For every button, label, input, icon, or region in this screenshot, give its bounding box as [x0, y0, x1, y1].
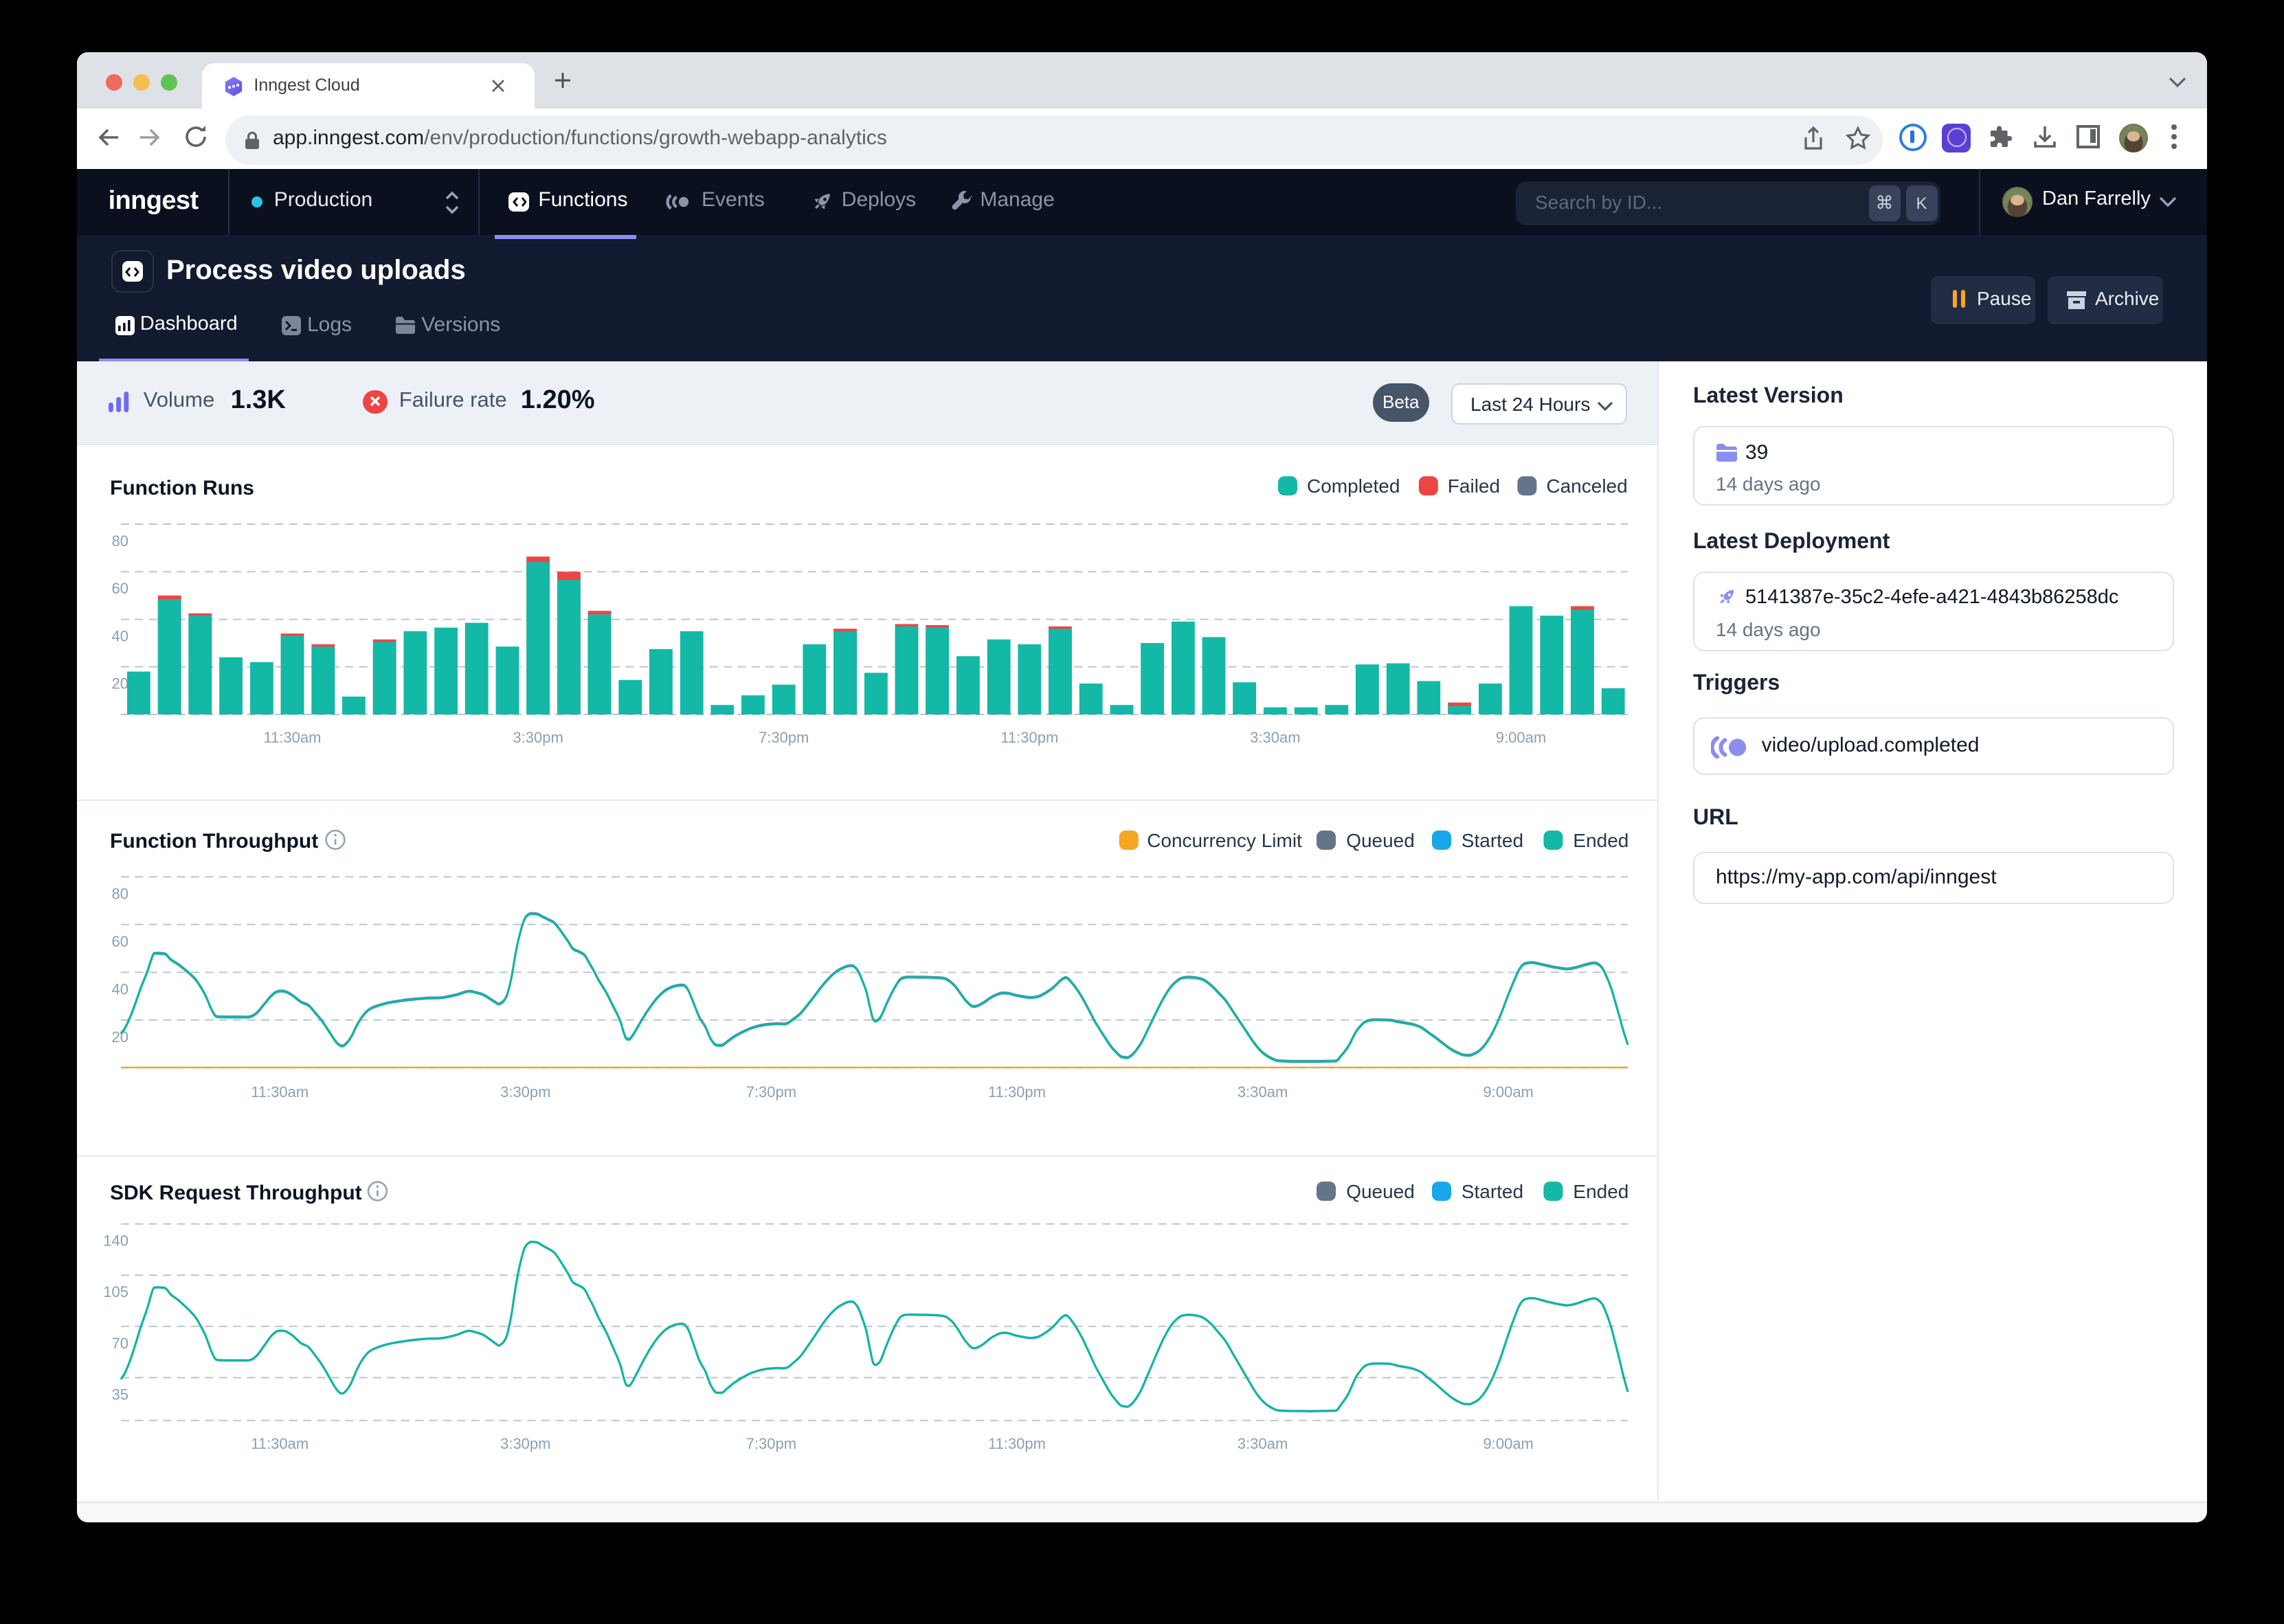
svg-text:140: 140 [103, 1232, 128, 1250]
svg-text:Canceled: Canceled [1546, 475, 1627, 497]
svg-text:Function Throughput: Function Throughput [110, 830, 318, 853]
svg-text:11:30pm: 11:30pm [988, 1435, 1046, 1452]
svg-text:3:30pm: 3:30pm [500, 1083, 550, 1101]
svg-text:11:30am: 11:30am [264, 729, 322, 746]
svg-text:Ended: Ended [1573, 830, 1628, 851]
svg-text:40: 40 [112, 980, 128, 997]
svg-text:9:00am: 9:00am [1484, 1435, 1534, 1452]
svg-text:105: 105 [103, 1283, 128, 1300]
svg-text:3:30am: 3:30am [1238, 1435, 1288, 1452]
svg-text:7:30pm: 7:30pm [759, 729, 809, 746]
svg-text:SDK Request Throughput: SDK Request Throughput [110, 1182, 362, 1204]
svg-text:Failed: Failed [1448, 475, 1500, 497]
svg-text:70: 70 [112, 1335, 128, 1352]
svg-text:Concurrency Limit: Concurrency Limit [1147, 830, 1302, 851]
svg-text:Queued: Queued [1346, 830, 1415, 851]
svg-text:3:30am: 3:30am [1250, 729, 1300, 746]
svg-text:Function Runs: Function Runs [110, 477, 254, 499]
svg-text:Started: Started [1462, 830, 1523, 851]
svg-text:7:30pm: 7:30pm [746, 1435, 796, 1452]
svg-text:80: 80 [112, 532, 128, 550]
svg-text:11:30am: 11:30am [251, 1435, 309, 1452]
svg-text:20: 20 [112, 675, 128, 692]
svg-text:11:30am: 11:30am [251, 1083, 309, 1101]
svg-text:11:30pm: 11:30pm [1000, 729, 1058, 746]
svg-text:7:30pm: 7:30pm [746, 1083, 796, 1101]
svg-text:80: 80 [112, 885, 128, 902]
svg-text:3:30pm: 3:30pm [500, 1435, 550, 1452]
svg-text:40: 40 [112, 628, 128, 645]
svg-text:Ended: Ended [1573, 1181, 1628, 1202]
svg-text:3:30pm: 3:30pm [513, 729, 563, 746]
svg-text:9:00am: 9:00am [1484, 1083, 1534, 1101]
svg-text:Completed: Completed [1307, 475, 1400, 497]
svg-text:Started: Started [1462, 1181, 1523, 1202]
svg-text:Queued: Queued [1346, 1181, 1415, 1202]
svg-text:60: 60 [112, 933, 128, 950]
svg-text:20: 20 [112, 1028, 128, 1046]
svg-text:9:00am: 9:00am [1496, 729, 1546, 746]
svg-text:3:30am: 3:30am [1238, 1083, 1288, 1101]
svg-text:11:30pm: 11:30pm [988, 1083, 1046, 1101]
svg-text:60: 60 [112, 580, 128, 597]
svg-text:35: 35 [112, 1386, 128, 1403]
